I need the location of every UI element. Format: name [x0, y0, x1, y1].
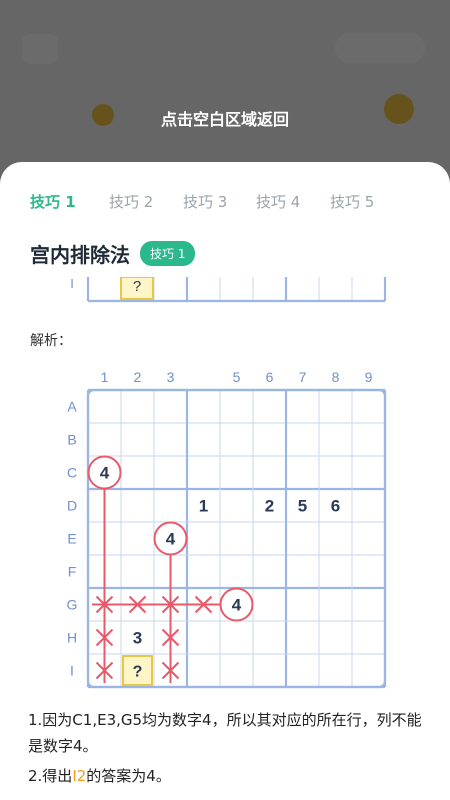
column-label: 1 — [101, 369, 109, 385]
row-label: C — [67, 465, 77, 481]
given-number: 1 — [199, 497, 208, 516]
technique-tabs: 技巧 1 技巧 2 技巧 3 技巧 4 技巧 5 — [0, 162, 450, 242]
mini-grid-row: I ? — [70, 277, 387, 303]
step-2-suffix: 的答案为4。 — [86, 767, 171, 785]
given-number: 6 — [331, 497, 340, 516]
board-cells: 4 1 2 5 6 4 4 3? — [87, 455, 340, 686]
column-label: 2 — [134, 369, 142, 385]
row-label: E — [67, 531, 76, 547]
tab-technique-2[interactable]: 技巧 2 — [109, 191, 153, 212]
tab-technique-1[interactable]: 技巧 1 — [30, 191, 76, 212]
given-number: 2 — [265, 497, 274, 516]
tab-technique-3[interactable]: 技巧 3 — [183, 191, 227, 212]
dismiss-hint: 点击空白区域返回 — [160, 110, 289, 129]
mini-row-label: I — [70, 277, 74, 291]
tab-technique-4[interactable]: 技巧 4 — [256, 191, 300, 212]
column-label: 3 — [167, 369, 175, 385]
row-label: D — [67, 498, 77, 514]
technique-sheet: 技巧 1 技巧 2 技巧 3 技巧 4 技巧 5 宫内排除法 技巧 1 I ? … — [0, 162, 450, 800]
given-number: 4 — [100, 464, 110, 483]
technique-badge: 技巧 1 — [140, 240, 196, 266]
mini-target-mark: ? — [133, 278, 141, 295]
sudoku-board: 1 2 3 5 6 7 8 9 A B C D E F G H I 4 1 2 5 6 4 4 3? — [67, 369, 387, 689]
section-header: 宫内排除法 技巧 1 — [30, 238, 196, 268]
target-mark: ? — [133, 664, 143, 681]
analysis-label: 解析： — [30, 333, 72, 349]
given-number: 4 — [166, 530, 176, 549]
given-number: 4 — [232, 596, 242, 615]
given-number: 3 — [133, 629, 142, 648]
row-label: A — [67, 399, 77, 415]
row-label: I — [70, 663, 74, 679]
row-label: H — [67, 630, 77, 646]
column-label: 8 — [332, 369, 340, 385]
given-number: 5 — [298, 497, 307, 516]
row-label: F — [68, 564, 77, 580]
column-label: 9 — [365, 369, 373, 385]
page-title: 宫内排除法 — [30, 242, 130, 267]
explanation: 1.因为C1,E3,G5均为数字4，所以其对应的所在行，列不能是数字4。 2.得… — [28, 707, 426, 793]
tab-technique-5[interactable]: 技巧 5 — [330, 191, 374, 212]
row-label: B — [67, 432, 76, 448]
column-label: 6 — [266, 369, 274, 385]
explanation-step-1: 1.因为C1,E3,G5均为数字4，所以其对应的所在行，列不能是数字4。 — [28, 711, 422, 755]
answer-cell-highlight: I2 — [72, 767, 87, 785]
explanation-step-2: 2.得出I2的答案为4。 — [28, 763, 426, 789]
column-label: 5 — [233, 369, 241, 385]
step-2-prefix: 2.得出 — [28, 767, 73, 785]
column-label: 7 — [299, 369, 307, 385]
row-label: G — [67, 597, 78, 613]
